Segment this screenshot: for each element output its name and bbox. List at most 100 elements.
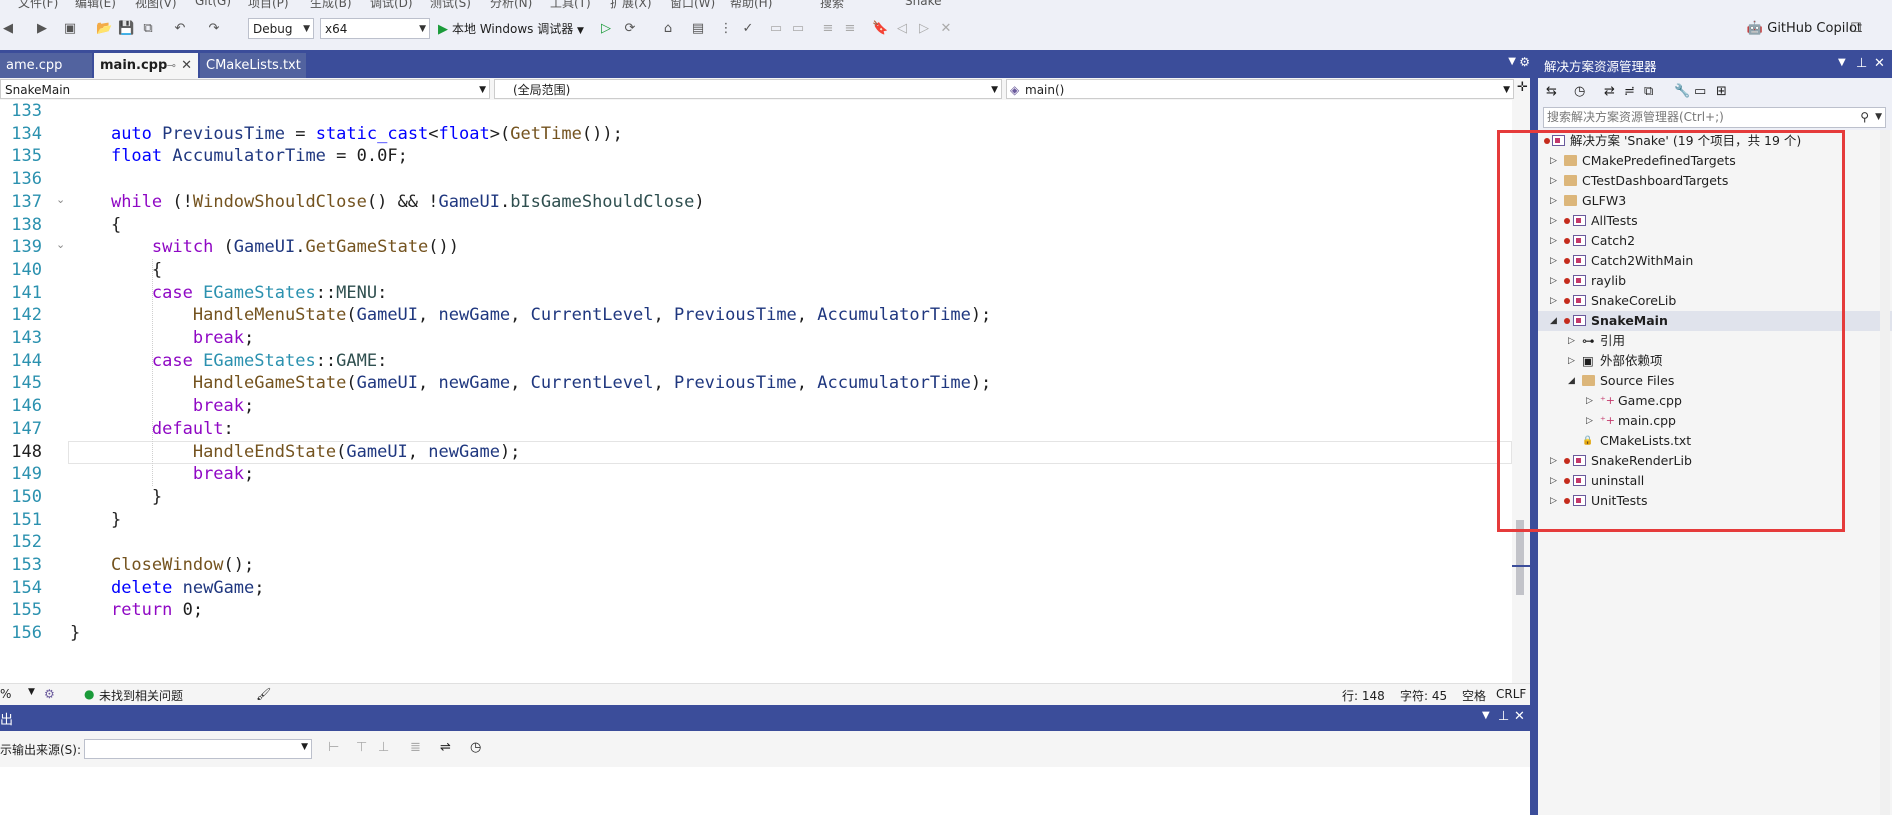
code-line[interactable]: 146 break; xyxy=(0,395,1512,418)
menu-item[interactable]: Git(G) xyxy=(195,0,231,8)
clear-all-icon[interactable]: ≣ xyxy=(410,740,421,755)
code-line[interactable]: 140 { xyxy=(0,259,1512,282)
code-line[interactable]: 148 HandleEndState(GameUI, newGame); xyxy=(0,440,1512,464)
redo-icon[interactable]: ↷ xyxy=(206,21,222,37)
code-line[interactable]: 144 case EGameStates::GAME: xyxy=(0,350,1512,373)
chevron-down-icon[interactable]: ▼ xyxy=(1875,108,1882,127)
menu-item[interactable]: 搜索 xyxy=(820,0,844,10)
code-line[interactable]: 150 } xyxy=(0,486,1512,509)
undo-icon[interactable]: ↶ xyxy=(172,21,188,37)
code-line[interactable]: 151 } xyxy=(0,509,1512,532)
forward-icon[interactable]: ▶ xyxy=(34,21,50,37)
menu-item[interactable]: 工具(T) xyxy=(550,0,591,10)
switch-views-icon[interactable]: ⇄ xyxy=(1604,84,1615,99)
back-icon[interactable]: ◀ xyxy=(0,21,16,37)
code-line[interactable]: 156} xyxy=(0,622,1512,645)
sync-with-document-icon[interactable]: ⇆ xyxy=(1546,84,1557,99)
menu-item[interactable]: 调试(D) xyxy=(370,0,413,10)
hierarchy-icon[interactable]: ⊞ xyxy=(1716,84,1727,99)
code-line[interactable]: 133 xyxy=(0,100,1512,123)
zoom-level[interactable]: % xyxy=(0,687,11,701)
gear-icon[interactable]: ⚙ xyxy=(1519,55,1530,69)
code-line[interactable]: 138 { xyxy=(0,214,1512,237)
code-line[interactable]: 135 float AccumulatorTime = 0.0F; xyxy=(0,145,1512,168)
chevron-down-icon[interactable]: ▼ xyxy=(1482,710,1490,721)
code-editor[interactable]: 133 134 auto PreviousTime = static_cast<f… xyxy=(0,100,1530,683)
code-line[interactable]: 141 case EGameStates::MENU: xyxy=(0,282,1512,305)
collapse-all-icon[interactable]: ⧉ xyxy=(1644,84,1653,99)
menu-item[interactable]: 项目(P) xyxy=(248,0,289,10)
prev-message-icon[interactable]: ⊤ xyxy=(356,740,367,755)
solution-explorer-search[interactable]: 搜索解决方案资源管理器(Ctrl+;) ⚲ ▼ xyxy=(1543,107,1886,128)
code-line[interactable]: 154 delete newGame; xyxy=(0,577,1512,600)
code-line[interactable]: 139 switch (GameUI.GetGameState()) xyxy=(0,236,1512,259)
comment-icon[interactable]: ▭ xyxy=(768,21,784,37)
eol-indicator[interactable]: CRLF xyxy=(1496,687,1526,701)
github-copilot-button[interactable]: 🤖 GitHub Copilot xyxy=(1747,18,1862,40)
menu-item[interactable]: 帮助(H) xyxy=(730,0,772,10)
menu-item[interactable]: Snake xyxy=(905,0,941,8)
scope-dropdown[interactable]: (全局范围) ▼ xyxy=(494,79,1002,99)
brush-icon[interactable]: 🖌 xyxy=(256,687,271,701)
platform-select[interactable]: x64 ▼ xyxy=(320,18,430,39)
issues-status[interactable]: 未找到相关问题 xyxy=(99,687,183,704)
breakpoint-align-icon[interactable]: ⋮ xyxy=(718,21,734,37)
menu-item[interactable]: 测试(S) xyxy=(430,0,471,10)
fold-icon[interactable]: ⌄ xyxy=(56,193,65,206)
member-dropdown[interactable]: ◈ main() ▼ xyxy=(1006,79,1514,99)
spell-check-icon[interactable]: ✓ xyxy=(740,21,756,37)
menu-item[interactable]: 扩展(X) xyxy=(610,0,652,10)
new-project-icon[interactable]: ▣ xyxy=(62,21,78,37)
tab-cmakelists[interactable]: CMakeLists.txt xyxy=(200,53,306,78)
menu-item[interactable]: 文件(F) xyxy=(18,0,58,10)
refresh-icon[interactable]: ≓ xyxy=(1624,84,1635,99)
solution-folder-icon[interactable]: ⌂ xyxy=(660,21,676,37)
menu-item[interactable]: 窗口(W) xyxy=(670,0,715,10)
pending-changes-icon[interactable]: ◷ xyxy=(1574,84,1585,99)
code-line[interactable]: 145 HandleGameState(GameUI, newGame, Cur… xyxy=(0,372,1512,395)
tab-list-dropdown-icon[interactable]: ▼ xyxy=(1508,56,1516,67)
menu-item[interactable]: 分析(N) xyxy=(490,0,532,10)
configuration-select[interactable]: Debug ▼ xyxy=(248,18,314,39)
project-dropdown[interactable]: SnakeMain ▼ xyxy=(0,79,490,99)
menu-item[interactable]: 生成(B) xyxy=(310,0,352,10)
code-line[interactable]: 137 while (!WindowShouldClose() && !Game… xyxy=(0,191,1512,214)
indent-icon[interactable]: ≡ xyxy=(820,21,836,37)
code-line[interactable]: 152 xyxy=(0,531,1512,554)
preview-icon[interactable]: ▭ xyxy=(1694,84,1706,99)
feedback-icon[interactable]: ☐ xyxy=(1848,21,1864,37)
chevron-down-icon[interactable]: ▼ xyxy=(28,687,35,697)
word-wrap-icon[interactable]: ⇌ xyxy=(440,740,451,755)
close-icon[interactable]: ✕ xyxy=(1874,56,1885,71)
clock-icon[interactable]: ◷ xyxy=(470,740,481,755)
code-line[interactable]: 147 default: xyxy=(0,418,1512,441)
wrench-icon[interactable]: 🔧 xyxy=(1674,84,1690,99)
fold-icon[interactable]: ⌄ xyxy=(56,238,65,251)
tab-main-cpp[interactable]: main.cpp ⊸ ✕ xyxy=(94,53,198,78)
start-without-debugging-icon[interactable]: ▷ xyxy=(598,21,614,37)
uncomment-icon[interactable]: ▭ xyxy=(790,21,806,37)
pin-icon[interactable]: ⊥ xyxy=(1498,709,1509,724)
save-icon[interactable]: 💾 xyxy=(118,21,134,37)
next-message-icon[interactable]: ⊥ xyxy=(378,740,389,755)
prev-bookmark-icon[interactable]: ◁ xyxy=(894,21,910,37)
code-line[interactable]: 153 CloseWindow(); xyxy=(0,554,1512,577)
close-icon[interactable]: ✕ xyxy=(181,53,192,78)
menu-item[interactable]: 编辑(E) xyxy=(75,0,116,10)
output-source-select[interactable]: ▼ xyxy=(84,739,312,759)
code-line[interactable]: 142 HandleMenuState(GameUI, newGame, Cur… xyxy=(0,304,1512,327)
line-indicator[interactable]: 行: 148 xyxy=(1342,687,1385,704)
tab-game-cpp[interactable]: ame.cpp xyxy=(0,53,92,78)
output-content[interactable] xyxy=(0,767,1530,815)
chevron-down-icon[interactable]: ▼ xyxy=(1838,57,1846,68)
hot-reload-icon[interactable]: ⟳ xyxy=(622,21,638,37)
char-indicator[interactable]: 字符: 45 xyxy=(1400,687,1447,704)
tree-scrollbar[interactable] xyxy=(1880,130,1890,815)
whitespace-indicator[interactable]: 空格 xyxy=(1462,687,1486,704)
pin-icon[interactable]: ⊸ xyxy=(167,53,176,78)
code-line[interactable]: 134 auto PreviousTime = static_cast<floa… xyxy=(0,123,1512,146)
open-folder-icon[interactable]: 📂 xyxy=(96,21,112,37)
outdent-icon[interactable]: ≡ xyxy=(842,21,858,37)
window-layout-icon[interactable]: ▤ xyxy=(690,21,706,37)
code-line[interactable]: 136 xyxy=(0,168,1512,191)
